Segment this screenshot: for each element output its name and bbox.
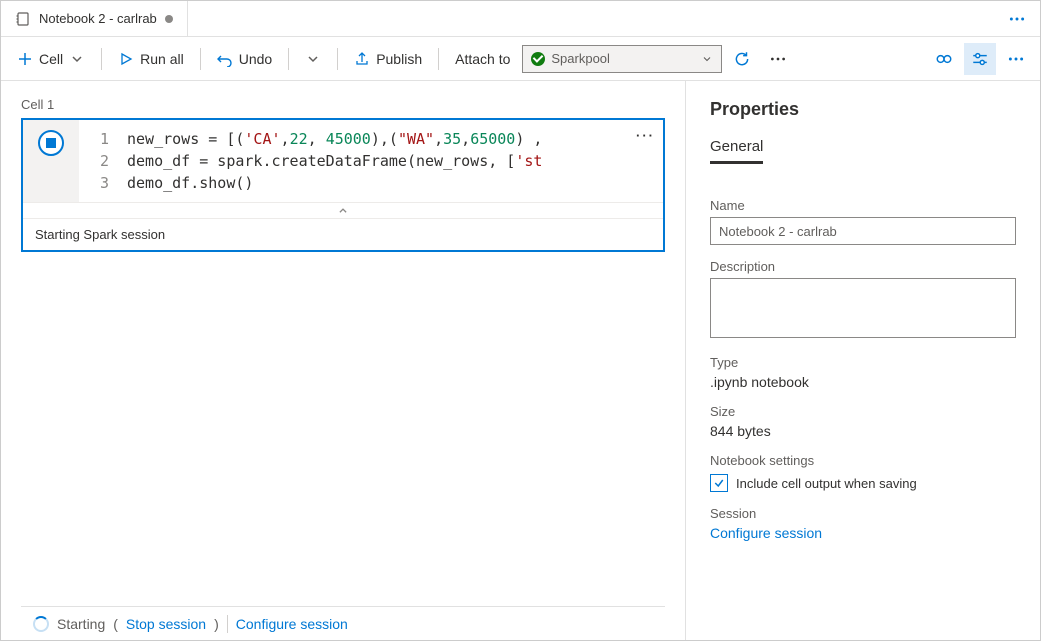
notebook-icon bbox=[15, 11, 31, 27]
session-label: Session bbox=[710, 506, 1016, 521]
undo-icon bbox=[217, 51, 233, 67]
tab-title: Notebook 2 - carlrab bbox=[39, 11, 157, 26]
chevron-down-icon bbox=[69, 51, 85, 67]
variables-button[interactable] bbox=[928, 43, 960, 75]
name-label: Name bbox=[710, 198, 1016, 213]
publish-icon bbox=[354, 51, 370, 67]
spark-pool-select[interactable]: Sparkpool bbox=[522, 45, 722, 73]
name-input[interactable] bbox=[710, 217, 1016, 245]
plus-icon bbox=[17, 51, 33, 67]
separator bbox=[101, 48, 102, 70]
publish-button[interactable]: Publish bbox=[346, 43, 430, 75]
size-label: Size bbox=[710, 404, 1016, 419]
settings-label: Notebook settings bbox=[710, 453, 1016, 468]
chevron-down-icon bbox=[305, 51, 321, 67]
size-value: 844 bytes bbox=[710, 423, 1016, 439]
code-content[interactable]: new_rows = [('CA',22, 45000),("WA",35,65… bbox=[127, 128, 655, 194]
code-area[interactable]: 123 new_rows = [('CA',22, 45000),("WA",3… bbox=[79, 120, 663, 202]
status-bar: Starting (Stop session) Configure sessio… bbox=[21, 606, 665, 640]
pool-name: Sparkpool bbox=[551, 51, 695, 66]
stop-session-link[interactable]: Stop session bbox=[126, 616, 206, 632]
undo-button[interactable]: Undo bbox=[209, 43, 280, 75]
properties-title: Properties bbox=[710, 99, 1016, 120]
stop-icon bbox=[46, 138, 56, 148]
configure-session-link[interactable]: Configure session bbox=[710, 525, 1016, 541]
separator bbox=[337, 48, 338, 70]
toolbar-overflow-button[interactable] bbox=[762, 43, 794, 75]
toolbar: Cell Run all Undo Publish Attach to Spar… bbox=[1, 37, 1040, 81]
tab-general[interactable]: General bbox=[710, 138, 763, 164]
properties-panel: Properties General Name Description Type… bbox=[685, 81, 1040, 640]
include-output-label: Include cell output when saving bbox=[736, 476, 917, 491]
refresh-button[interactable] bbox=[726, 43, 758, 75]
status-ok-icon bbox=[531, 52, 545, 66]
cell-status: Starting Spark session bbox=[23, 218, 663, 250]
spinner-icon bbox=[33, 616, 49, 632]
separator bbox=[200, 48, 201, 70]
description-label: Description bbox=[710, 259, 1016, 274]
work-area: Cell 1 123 new_rows = [('CA',22, 45000),… bbox=[1, 81, 1040, 640]
separator bbox=[227, 615, 228, 633]
separator bbox=[288, 48, 289, 70]
cell-gutter bbox=[23, 120, 79, 202]
undo-dropdown-button[interactable] bbox=[297, 43, 329, 75]
cell-label: Cell 1 bbox=[21, 97, 665, 112]
cell-collapse-toggle[interactable] bbox=[23, 202, 663, 218]
unsaved-indicator-icon bbox=[165, 15, 173, 23]
configure-session-link[interactable]: Configure session bbox=[236, 616, 348, 632]
stop-cell-button[interactable] bbox=[38, 130, 64, 156]
tab-bar: Notebook 2 - carlrab bbox=[1, 1, 1040, 37]
cell-more-button[interactable]: ··· bbox=[636, 128, 655, 143]
include-output-checkbox[interactable] bbox=[710, 474, 728, 492]
play-icon bbox=[118, 51, 134, 67]
type-label: Type bbox=[710, 355, 1016, 370]
type-value: .ipynb notebook bbox=[710, 374, 1016, 390]
code-cell[interactable]: 123 new_rows = [('CA',22, 45000),("WA",3… bbox=[21, 118, 665, 252]
add-cell-button[interactable]: Cell bbox=[9, 43, 93, 75]
properties-toggle-button[interactable] bbox=[964, 43, 996, 75]
attach-to-label: Attach to bbox=[447, 51, 518, 67]
more-actions-button[interactable] bbox=[1000, 43, 1032, 75]
editor-pane: Cell 1 123 new_rows = [('CA',22, 45000),… bbox=[1, 81, 685, 640]
chevron-down-icon bbox=[701, 53, 713, 65]
tab-overflow-button[interactable] bbox=[994, 1, 1040, 36]
session-state: Starting bbox=[57, 616, 105, 632]
run-all-button[interactable]: Run all bbox=[110, 43, 192, 75]
line-numbers: 123 bbox=[79, 128, 127, 194]
description-input[interactable] bbox=[710, 278, 1016, 338]
separator bbox=[438, 48, 439, 70]
notebook-tab[interactable]: Notebook 2 - carlrab bbox=[1, 1, 188, 36]
